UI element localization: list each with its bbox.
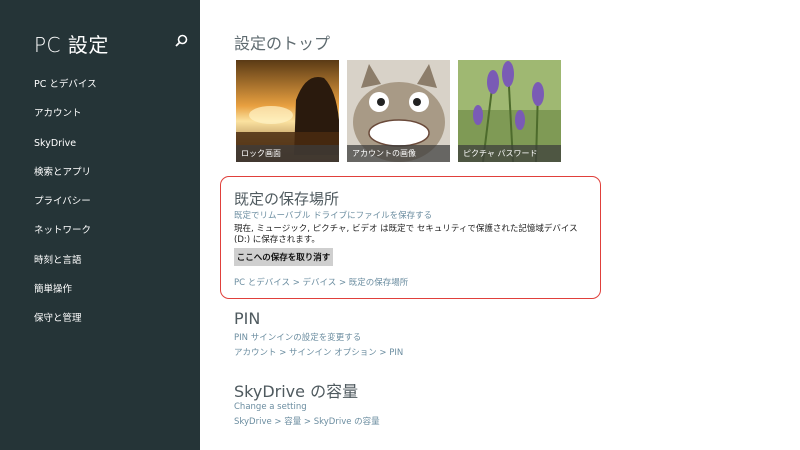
sidebar-item-network[interactable]: ネットワーク — [34, 223, 97, 252]
sidebar-item-pc-devices[interactable]: PC とデバイス — [34, 77, 97, 106]
sidebar-item-accounts[interactable]: アカウント — [34, 106, 97, 135]
sidebar: PC 設定 PC とデバイス アカウント SkyDrive 検索とアプリ プライ… — [0, 0, 200, 450]
tile-caption: ピクチャ パスワード — [458, 145, 561, 162]
tile-lock-screen[interactable]: ロック画面 — [236, 60, 339, 162]
skydrive-link[interactable]: Change a setting — [234, 402, 307, 412]
pin-breadcrumb[interactable]: アカウント > サインイン オプション > PIN — [234, 346, 403, 358]
search-icon[interactable] — [173, 33, 189, 49]
pin-link[interactable]: PIN サインインの設定を変更する — [234, 331, 361, 343]
tile-account-picture[interactable]: アカウントの画像 — [347, 60, 450, 162]
cancel-save-here-button[interactable]: ここへの保存を取り消す — [234, 248, 333, 266]
sidebar-item-time-language[interactable]: 時刻と言語 — [34, 253, 97, 282]
tile-caption: アカウントの画像 — [347, 145, 450, 162]
skydrive-title: SkyDrive の容量 — [234, 382, 359, 401]
storage-title: 既定の保存場所 — [234, 190, 340, 208]
skydrive-breadcrumb[interactable]: SkyDrive > 容量 > SkyDrive の容量 — [234, 415, 380, 427]
page-title: 設定のトップ — [234, 34, 331, 53]
sidebar-nav: PC とデバイス アカウント SkyDrive 検索とアプリ プライバシー ネッ… — [34, 77, 97, 341]
sidebar-item-skydrive[interactable]: SkyDrive — [34, 136, 97, 165]
pin-title: PIN — [234, 309, 261, 328]
sidebar-item-privacy[interactable]: プライバシー — [34, 194, 97, 223]
storage-link[interactable]: 既定でリムーバブル ドライブにファイルを保存する — [234, 209, 432, 221]
sidebar-item-update-recovery[interactable]: 保守と管理 — [34, 311, 97, 340]
tile-picture-password[interactable]: ピクチャ パスワード — [458, 60, 561, 162]
sidebar-item-search-apps[interactable]: 検索とアプリ — [34, 165, 97, 194]
tile-caption: ロック画面 — [236, 145, 339, 162]
main-content: 設定のトップ ロック画面 アカウントの画像 ピクチャ パスワード 既定の保存場所… — [234, 0, 794, 450]
sidebar-item-ease-of-access[interactable]: 簡単操作 — [34, 282, 97, 311]
storage-breadcrumb[interactable]: PC とデバイス > デバイス > 既定の保存場所 — [234, 276, 408, 288]
storage-description: 現在, ミュージック, ピクチャ, ビデオ は既定で セキュリティで保護された記… — [234, 224, 578, 245]
sidebar-title: PC 設定 — [34, 33, 109, 57]
